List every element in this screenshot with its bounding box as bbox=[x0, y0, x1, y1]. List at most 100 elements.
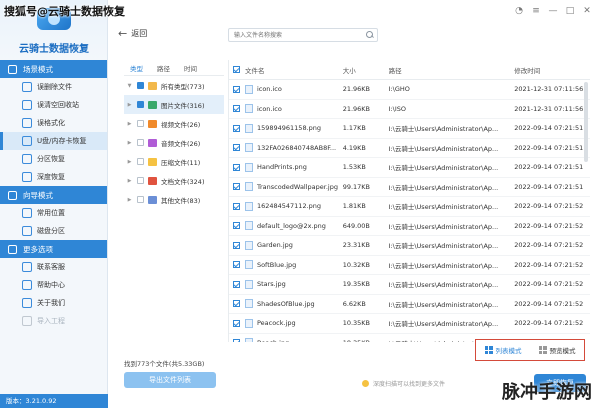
table-row[interactable]: TranscodedWallpaper.jpg 99.17KB I:\云骑士\Use… bbox=[229, 178, 590, 197]
category-item[interactable]: ▼ 所有类型(773) bbox=[124, 76, 224, 95]
table-row[interactable]: SoftBlue.jpg 10.32KB I:\云骑士\Users\Administ… bbox=[229, 256, 590, 275]
preview-mode-button[interactable]: 预览模式 bbox=[538, 345, 576, 355]
category-item[interactable]: ▶ 视频文件(26) bbox=[124, 114, 224, 133]
sidebar-item[interactable]: 误删除文件 bbox=[0, 78, 107, 96]
search-box[interactable] bbox=[228, 28, 378, 42]
row-checkbox[interactable] bbox=[233, 319, 241, 327]
list-mode-button[interactable]: 列表模式 bbox=[484, 345, 522, 355]
back-button[interactable]: ← 返回 bbox=[118, 27, 147, 40]
sidebar-item-label: 导入工程 bbox=[37, 317, 65, 325]
sidebar-item[interactable]: 深度恢复 bbox=[0, 168, 107, 186]
category-item[interactable]: ▶ 文档文件(324) bbox=[124, 171, 224, 190]
cell-size: 1.81KB bbox=[342, 202, 366, 211]
file-type-icon bbox=[148, 138, 157, 147]
cell-name: Stars.jpg bbox=[244, 279, 343, 289]
export-list-button[interactable]: 导出文件列表 bbox=[124, 372, 216, 388]
row-checkbox[interactable] bbox=[233, 339, 241, 342]
collapse-caret-icon[interactable]: ▼ bbox=[126, 83, 133, 89]
cell-date: 2021-12-31 07:11:56 bbox=[514, 85, 584, 94]
col-name[interactable]: 文件名 bbox=[245, 65, 343, 75]
table-row[interactable]: default_logo@2x.png 649.00B I:\云骑士\Users\A… bbox=[229, 217, 590, 236]
expand-caret-icon[interactable]: ▶ bbox=[126, 140, 133, 146]
expand-caret-icon[interactable]: ▶ bbox=[126, 121, 133, 127]
table-row[interactable]: Stars.jpg 19.35KB I:\云骑士\Users\Administrat… bbox=[229, 275, 590, 295]
col-path[interactable]: 路径 bbox=[389, 65, 515, 75]
category-item[interactable]: ▶ 音频文件(26) bbox=[124, 133, 224, 152]
tab-path[interactable]: 路径 bbox=[157, 63, 170, 73]
hint-text: 深度扫描可以找到更多文件 bbox=[373, 381, 446, 388]
expand-caret-icon[interactable]: ▶ bbox=[126, 102, 133, 108]
table-row[interactable]: icon.ico 21.96KB I:\ISO 2021-12-31 07:11:56 bbox=[229, 100, 590, 119]
sidebar-item-icon bbox=[22, 172, 32, 182]
expand-caret-icon[interactable]: ▶ bbox=[126, 197, 133, 203]
close-icon[interactable]: ✕ bbox=[582, 6, 592, 16]
image-file-icon bbox=[244, 84, 253, 94]
image-file-icon bbox=[244, 182, 253, 192]
category-checkbox[interactable] bbox=[137, 196, 144, 203]
category-checkbox[interactable] bbox=[137, 158, 144, 165]
sidebar-item[interactable]: 误格式化 bbox=[0, 114, 107, 132]
cell-date: 2022-09-14 07:21:52 bbox=[514, 299, 584, 308]
category-item[interactable]: ▶ 图片文件(316) bbox=[124, 95, 224, 114]
sidebar-item[interactable]: 帮助中心 bbox=[0, 276, 107, 294]
cell-date: 2022-09-14 07:21:52 bbox=[514, 202, 584, 211]
table-row[interactable]: ShadesOfBlue.jpg 6.62KB I:\云骑士\Users\Admin… bbox=[229, 295, 590, 314]
row-checkbox[interactable] bbox=[233, 85, 241, 93]
cell-path: I:\云骑士\Users\Administrator\Ap... bbox=[388, 300, 499, 309]
category-checkbox[interactable] bbox=[137, 101, 144, 108]
row-checkbox[interactable] bbox=[233, 280, 241, 288]
sidebar-item-icon bbox=[22, 316, 32, 326]
sidebar-item[interactable]: 磁盘分区 bbox=[0, 222, 107, 240]
maximize-icon[interactable]: □ bbox=[565, 6, 575, 16]
search-icon[interactable] bbox=[365, 30, 375, 40]
minimize-icon[interactable]: — bbox=[548, 6, 558, 16]
select-all-checkbox[interactable] bbox=[233, 66, 241, 73]
row-checkbox[interactable] bbox=[233, 261, 241, 269]
expand-caret-icon[interactable]: ▶ bbox=[126, 178, 133, 184]
sidebar-item[interactable]: U盘/内存卡恢复 bbox=[0, 132, 107, 150]
skin-icon[interactable]: ◔ bbox=[514, 6, 524, 16]
expand-caret-icon[interactable]: ▶ bbox=[126, 159, 133, 165]
row-checkbox[interactable] bbox=[233, 202, 241, 210]
sidebar-item[interactable]: 联系客服 bbox=[0, 258, 107, 276]
row-checkbox[interactable] bbox=[233, 300, 241, 308]
table-row[interactable]: 162484547112.png 1.81KB I:\云骑士\Users\Admin… bbox=[229, 197, 590, 217]
tab-type[interactable]: 类型 bbox=[130, 63, 143, 73]
row-checkbox[interactable] bbox=[233, 183, 241, 191]
sidebar-item[interactable]: 关于我们 bbox=[0, 294, 107, 312]
deep-scan-hint[interactable]: 深度扫描可以找到更多文件 bbox=[362, 379, 445, 388]
row-checkbox[interactable] bbox=[233, 222, 241, 230]
category-item[interactable]: ▶ 压缩文件(11) bbox=[124, 152, 224, 171]
row-checkbox[interactable] bbox=[233, 163, 241, 171]
sidebar-item[interactable]: 误清空回收站 bbox=[0, 96, 107, 114]
category-label: 图片文件(316) bbox=[161, 101, 205, 110]
sidebar-item-label: 误删除文件 bbox=[37, 83, 72, 91]
table-row[interactable]: Peacock.jpg 10.35KB I:\云骑士\Users\Administr… bbox=[229, 314, 590, 334]
category-checkbox[interactable] bbox=[137, 82, 144, 89]
tab-time[interactable]: 时间 bbox=[184, 63, 197, 73]
category-checkbox[interactable] bbox=[137, 120, 144, 127]
row-checkbox[interactable] bbox=[233, 124, 241, 132]
col-size[interactable]: 大小 bbox=[343, 65, 389, 75]
menu-icon[interactable]: ≡ bbox=[531, 6, 541, 16]
found-count: 找到773个文件(共5.33GB) bbox=[124, 360, 205, 368]
row-checkbox[interactable] bbox=[233, 144, 241, 152]
category-item[interactable]: ▶ 其他文件(83) bbox=[124, 190, 224, 209]
col-date[interactable]: 修改时间 bbox=[514, 65, 590, 75]
row-checkbox[interactable] bbox=[233, 105, 241, 113]
category-checkbox[interactable] bbox=[137, 177, 144, 184]
table-row[interactable]: icon.ico 21.96KB I:\GHO 2021-12-31 07:11:56 bbox=[229, 80, 590, 100]
file-type-icon bbox=[148, 119, 157, 128]
table-scrollbar[interactable] bbox=[584, 82, 588, 162]
sidebar-item[interactable]: 导入工程 bbox=[0, 312, 107, 330]
table-row[interactable]: 132FA026840748AB8F... 4.19KB I:\云骑士\Users\… bbox=[229, 139, 590, 158]
watermark-bottom: 脉冲手游网 bbox=[502, 382, 592, 403]
table-row[interactable]: Garden.jpg 23.31KB I:\云骑士\Users\Administra… bbox=[229, 236, 590, 256]
table-row[interactable]: 159894961158.png 1.17KB I:\云骑士\Users\Admin… bbox=[229, 119, 590, 139]
category-checkbox[interactable] bbox=[137, 139, 144, 146]
table-row[interactable]: HandPrints.png 1.53KB I:\云骑士\Users\Adminis… bbox=[229, 158, 590, 178]
sidebar-item[interactable]: 分区恢复 bbox=[0, 150, 107, 168]
sidebar-item[interactable]: 常用位置 bbox=[0, 204, 107, 222]
row-checkbox[interactable] bbox=[233, 241, 241, 249]
search-input[interactable] bbox=[229, 29, 357, 41]
